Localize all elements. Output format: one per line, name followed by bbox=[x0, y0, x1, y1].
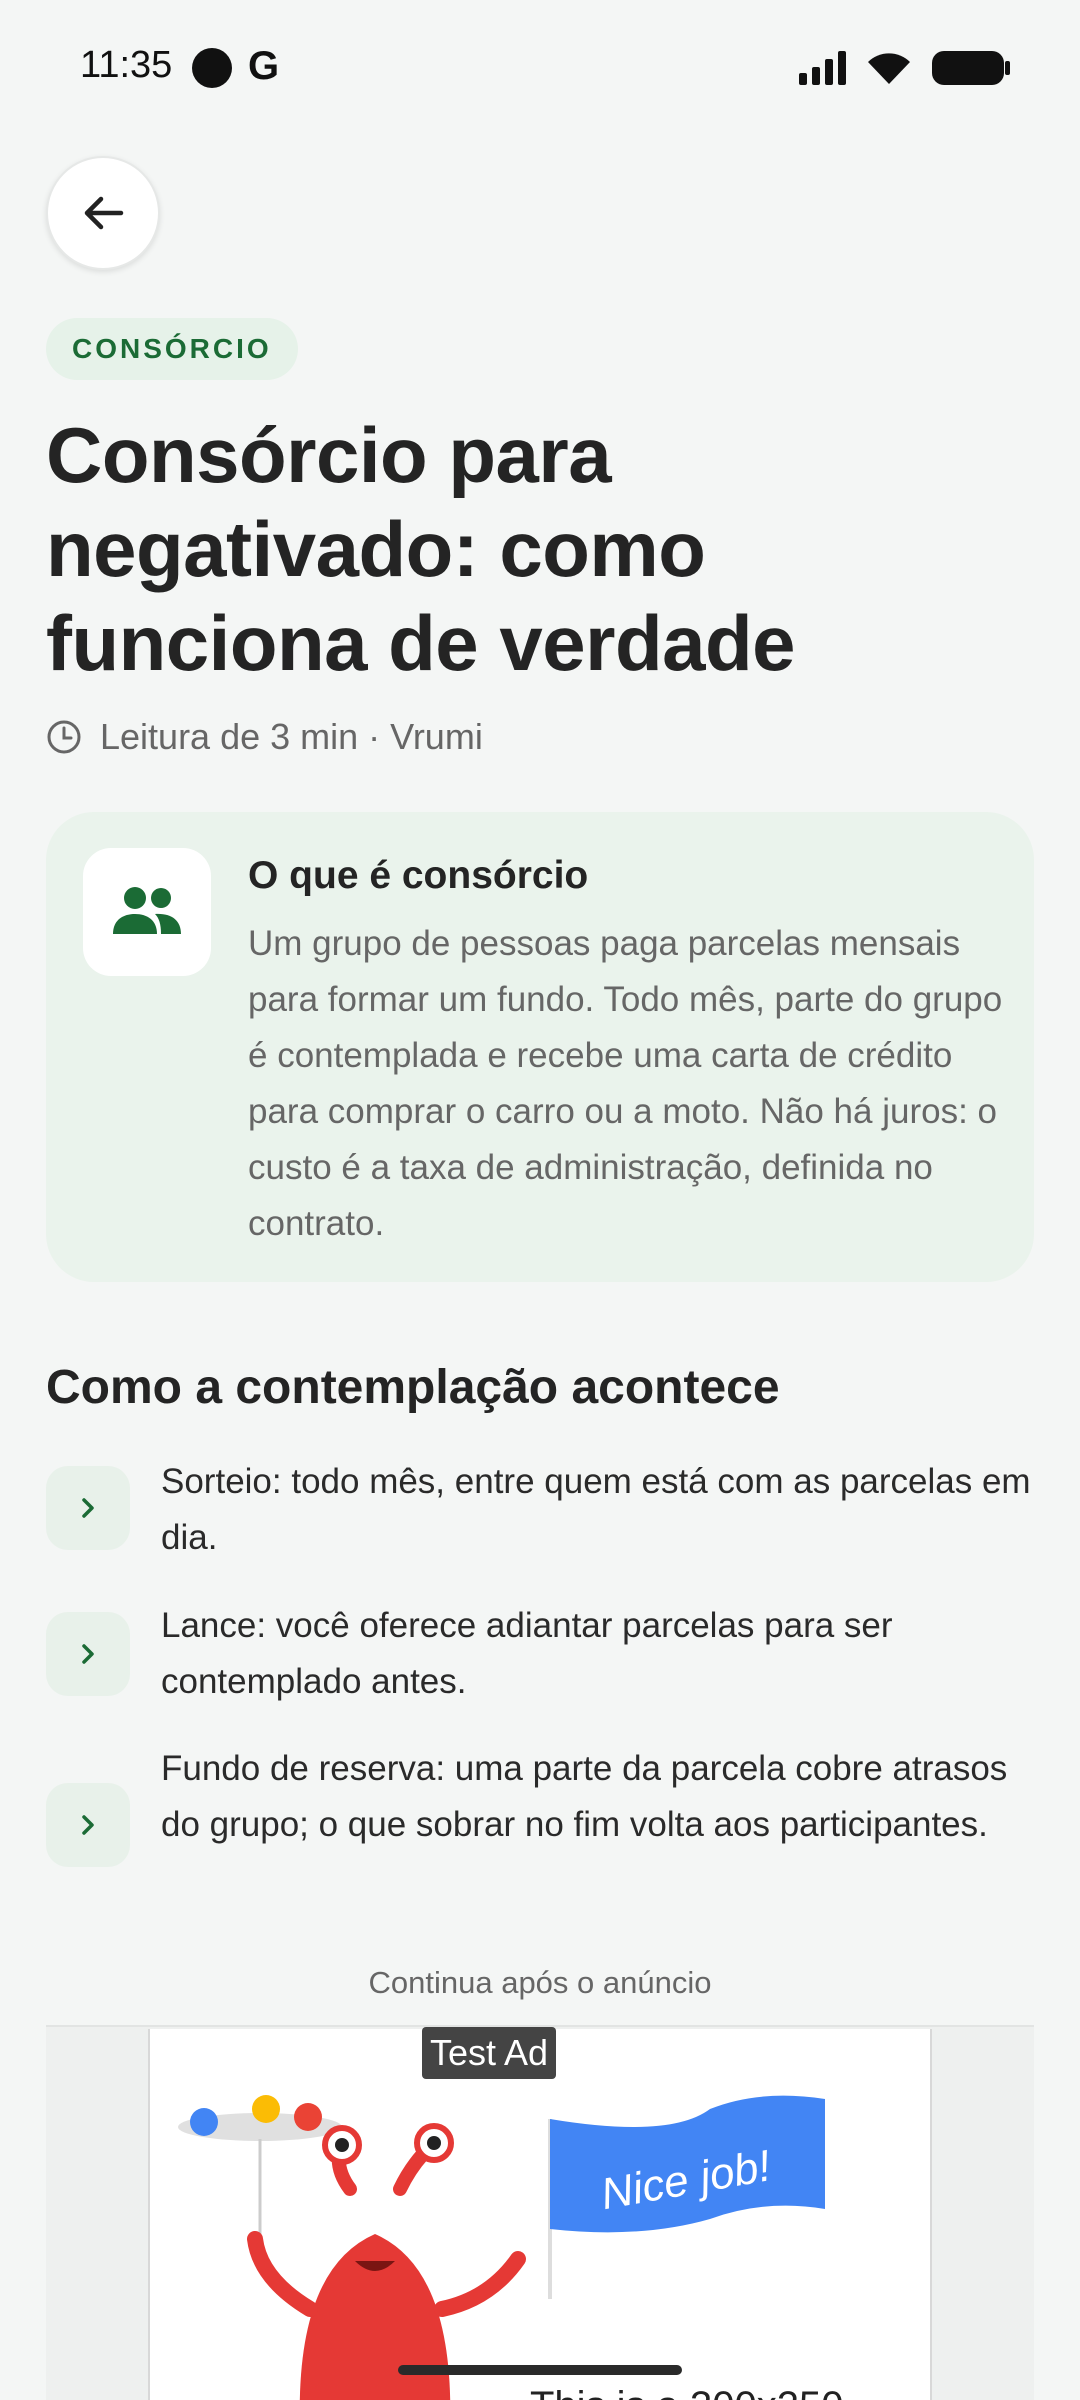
category-chip: CONSÓRCIO bbox=[46, 318, 298, 380]
section-title: Como a contemplação acontece bbox=[46, 1361, 780, 1414]
ad-container[interactable]: Nice job! This is a 300x250 bbox=[46, 2025, 1034, 2400]
list-item-text: Sorteio: todo mês, entre quem está com a… bbox=[161, 1462, 1031, 1557]
ad-illustration: Nice job! This is a 300x250 bbox=[178, 2095, 844, 2400]
reading-time-author: Leitura de 3 min · Vrumi bbox=[100, 716, 483, 757]
info-card: O que é consórcio Um grupo de pessoas pa… bbox=[46, 812, 1034, 1282]
signal-icon bbox=[799, 51, 846, 85]
wifi-icon bbox=[868, 53, 910, 84]
status-bar: 11:35 G bbox=[0, 0, 1080, 136]
clock-icon bbox=[47, 720, 81, 754]
google-notification-icon: G bbox=[248, 44, 280, 88]
article-meta: Leitura de 3 min · Vrumi bbox=[46, 712, 483, 762]
chevron-right-icon bbox=[46, 1783, 130, 1867]
gesture-navigation-bar[interactable] bbox=[398, 2365, 682, 2375]
info-card-body: Um grupo de pessoas paga parcelas mensai… bbox=[248, 924, 1003, 1243]
list-item-text: Fundo de reserva: uma parte da parcela c… bbox=[161, 1749, 1008, 1844]
back-button[interactable] bbox=[46, 156, 160, 270]
ad-creative[interactable]: Nice job! This is a 300x250 bbox=[148, 2029, 932, 2400]
article-screen: 11:35 G CONSÓRCIO Consórcio para negativ… bbox=[0, 0, 1080, 2400]
chevron-right-icon bbox=[46, 1466, 130, 1550]
system-status-icons bbox=[799, 48, 1010, 88]
list-item-text: Lance: você oferece adiantar parcelas pa… bbox=[161, 1606, 893, 1701]
info-icon-box bbox=[83, 848, 211, 976]
notification-dot-icon bbox=[192, 48, 232, 88]
battery-icon bbox=[932, 51, 1010, 85]
ad-bottom-text: This is a 300x250 bbox=[530, 2384, 844, 2400]
people-icon bbox=[113, 887, 181, 934]
arrow-left-icon bbox=[84, 196, 124, 230]
ad-caption: Continua após o anúncio bbox=[368, 1965, 712, 2000]
test-ad-label: Test Ad bbox=[422, 2027, 557, 2079]
chevron-right-icon bbox=[46, 1612, 130, 1696]
info-card-title: O que é consórcio bbox=[248, 854, 589, 897]
article-title: Consórcio para negativado: como funciona… bbox=[46, 411, 796, 687]
status-time: 11:35 bbox=[80, 44, 173, 86]
